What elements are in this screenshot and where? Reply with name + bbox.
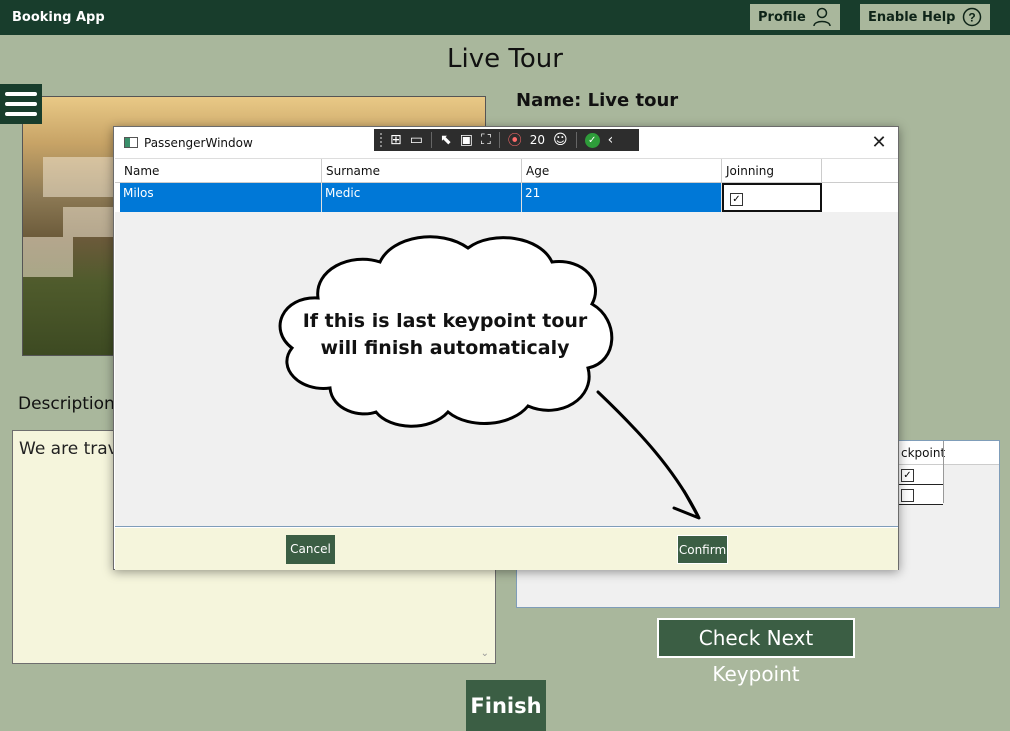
checkpoint-column-header: ckpoint (901, 446, 946, 460)
person-icon (813, 7, 831, 27)
callout-text: If this is last keypoint tour will finis… (290, 308, 600, 362)
svg-text:?: ? (968, 11, 975, 25)
cell-joining[interactable]: ✓ (722, 183, 822, 212)
close-icon[interactable]: ✕ (868, 132, 890, 154)
display-layout-icon[interactable]: ▣ (460, 132, 473, 148)
app-title-bar: Booking App Profile Enable Help ? (0, 0, 1010, 35)
passengers-grid-header: Name Surname Age Joinning (115, 159, 898, 183)
tour-name-label: Name: Live tour (516, 90, 679, 111)
dialog-title-bar: PassengerWindow ⊞ ▭ ⬉ ▣ ⛶ ⦿ 20 ☺ ✓ ‹ ✕ (114, 127, 898, 158)
binding-failures-icon[interactable]: ⦿ (508, 130, 522, 150)
binding-failures-count: 20 (529, 133, 546, 147)
description-label: Description: (18, 394, 121, 414)
profile-button-label: Profile (758, 9, 806, 25)
accessibility-icon[interactable]: ☺ (553, 132, 568, 148)
callout-line-1: If this is last keypoint tour (302, 310, 588, 332)
window-icon (124, 137, 138, 148)
check-next-keypoint-button[interactable]: Check Next Keypoint (657, 618, 855, 686)
scroll-down-icon[interactable]: ⌄ (481, 648, 489, 659)
cell-surname[interactable]: Medic (322, 183, 522, 212)
cell-name[interactable]: Milos (120, 183, 322, 212)
enable-help-button[interactable]: Enable Help ? (860, 4, 990, 30)
check-icon[interactable]: ✓ (584, 132, 600, 148)
debug-toolbar: ⊞ ▭ ⬉ ▣ ⛶ ⦿ 20 ☺ ✓ ‹ (374, 129, 639, 151)
hamburger-icon[interactable] (0, 84, 42, 124)
column-header-age[interactable]: Age (522, 159, 722, 183)
question-circle-icon: ? (962, 7, 982, 27)
finish-button[interactable]: Finish (466, 680, 546, 731)
collapse-icon[interactable]: ‹ (608, 132, 614, 148)
video-icon[interactable]: ▭ (410, 132, 423, 148)
track-focus-icon[interactable]: ⛶ (481, 132, 491, 148)
live-tree-icon[interactable]: ⊞ (390, 132, 402, 148)
table-row[interactable]: Milos Medic 21 ✓ (115, 183, 898, 212)
app-name: Booking App (12, 10, 105, 25)
dialog-title: PassengerWindow (144, 136, 253, 150)
confirm-button[interactable]: Confirm (677, 535, 728, 564)
dialog-footer: Cancel Confirm (115, 528, 898, 570)
description-text: We are trave (19, 439, 129, 459)
toolbar-separator (575, 132, 577, 148)
column-divider (943, 441, 944, 503)
callout-line-2: will finish automaticaly (320, 337, 570, 359)
grip-icon[interactable] (380, 133, 382, 147)
select-element-icon[interactable]: ⬉ (440, 132, 452, 148)
keypoint-checkbox-checked[interactable]: ✓ (901, 469, 914, 482)
cell-age[interactable]: 21 (522, 183, 722, 212)
toolbar-separator (430, 132, 432, 148)
enable-help-label: Enable Help (868, 9, 956, 25)
joining-checkbox[interactable]: ✓ (730, 193, 743, 206)
column-header-name[interactable]: Name (120, 159, 322, 183)
toolbar-separator (498, 132, 500, 148)
cancel-button[interactable]: Cancel (286, 535, 335, 564)
profile-button[interactable]: Profile (750, 4, 840, 30)
keypoint-checkbox-unchecked[interactable] (901, 489, 914, 502)
page-title: Live Tour (447, 44, 563, 74)
column-header-surname[interactable]: Surname (322, 159, 522, 183)
column-header-joining[interactable]: Joinning (722, 159, 822, 183)
